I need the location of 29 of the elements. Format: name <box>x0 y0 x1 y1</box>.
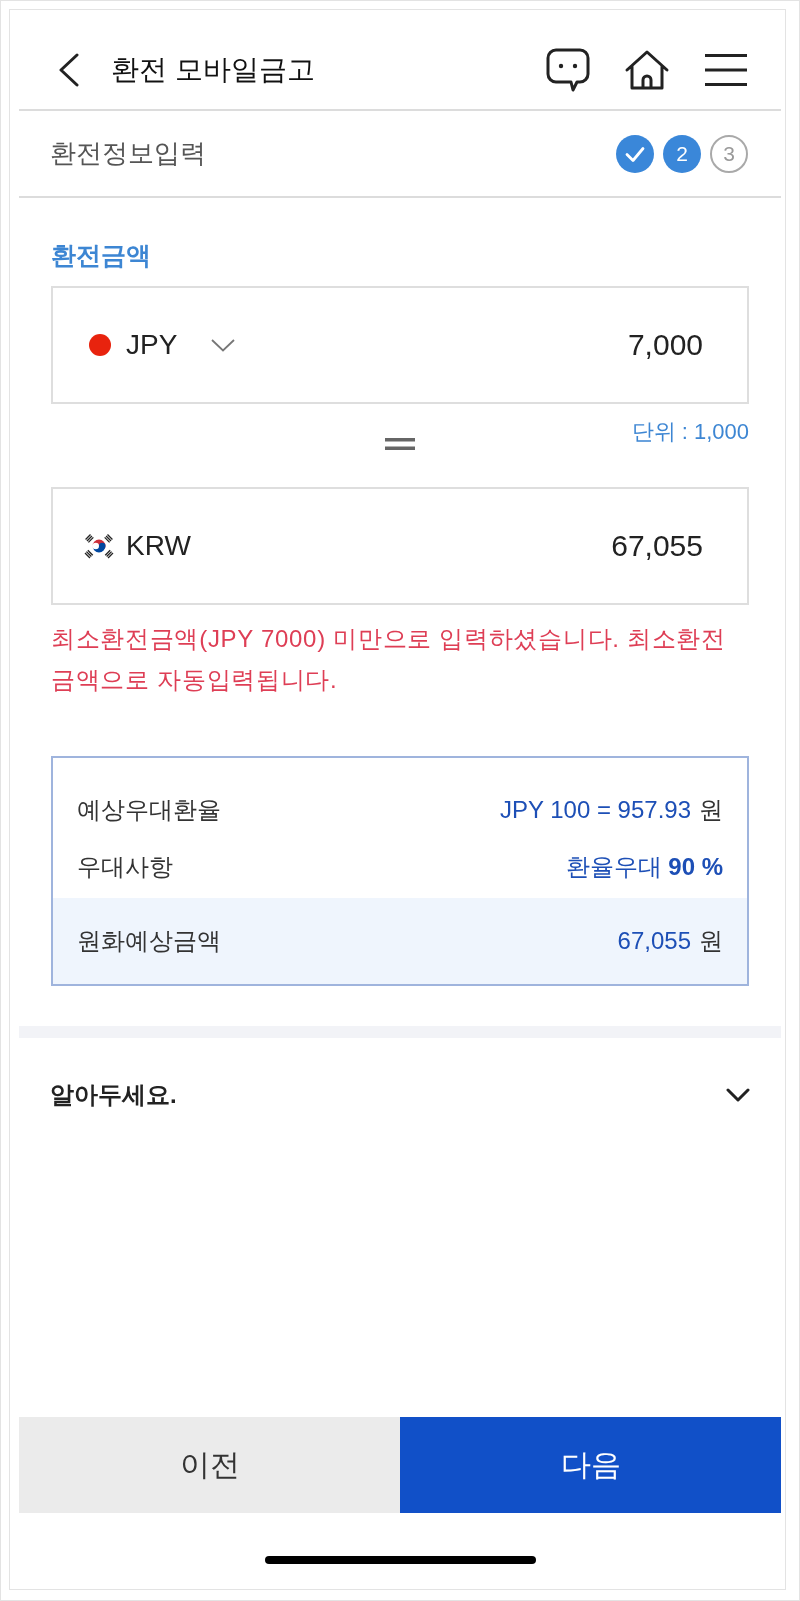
summary-value: 67,055 <box>617 927 691 955</box>
summary-value: JPY 100 = 957.93 <box>499 796 691 824</box>
menu-icon[interactable] <box>704 52 748 87</box>
summary-label: 우대사항 <box>77 852 174 882</box>
summary-label: 원화예상금액 <box>77 926 222 956</box>
equals-icon <box>385 437 415 450</box>
converted-amount: 67,055 <box>611 529 703 563</box>
currency-dropdown[interactable]: JPY <box>126 329 236 361</box>
currency-code: KRW <box>126 530 191 562</box>
step-number: 2 <box>663 134 701 173</box>
error-message: 최소환전금액(JPY 7000) 미만으로 입력하셨습니다. 최소환전금액으로 자동입력됩니다. <box>51 624 727 695</box>
summary-label: 예상우대환율 <box>77 795 222 825</box>
summary-value: 환율우대 90 % <box>565 852 723 882</box>
back-icon[interactable] <box>58 52 80 87</box>
caret-icon <box>211 338 236 352</box>
step-title: 환전정보입력 <box>50 137 207 170</box>
notice-accordion[interactable]: 알아두세요. <box>19 1038 781 1152</box>
previous-button[interactable]: 이전 <box>19 1417 400 1513</box>
section-label: 환전금액 <box>51 240 152 271</box>
currency-unit: 원 <box>699 795 723 825</box>
unit-note: 단위 : 1,000 <box>631 418 749 446</box>
currency-unit: 원 <box>699 926 723 956</box>
chat-icon[interactable] <box>546 47 590 92</box>
next-button[interactable]: 다음 <box>400 1417 781 1513</box>
amount-input[interactable]: 7,000 <box>255 328 703 362</box>
page-title: 환전 모바일금고 <box>111 52 316 87</box>
step-number: 3 <box>710 134 748 173</box>
dot-icon <box>89 334 111 356</box>
home-icon[interactable] <box>624 48 670 91</box>
